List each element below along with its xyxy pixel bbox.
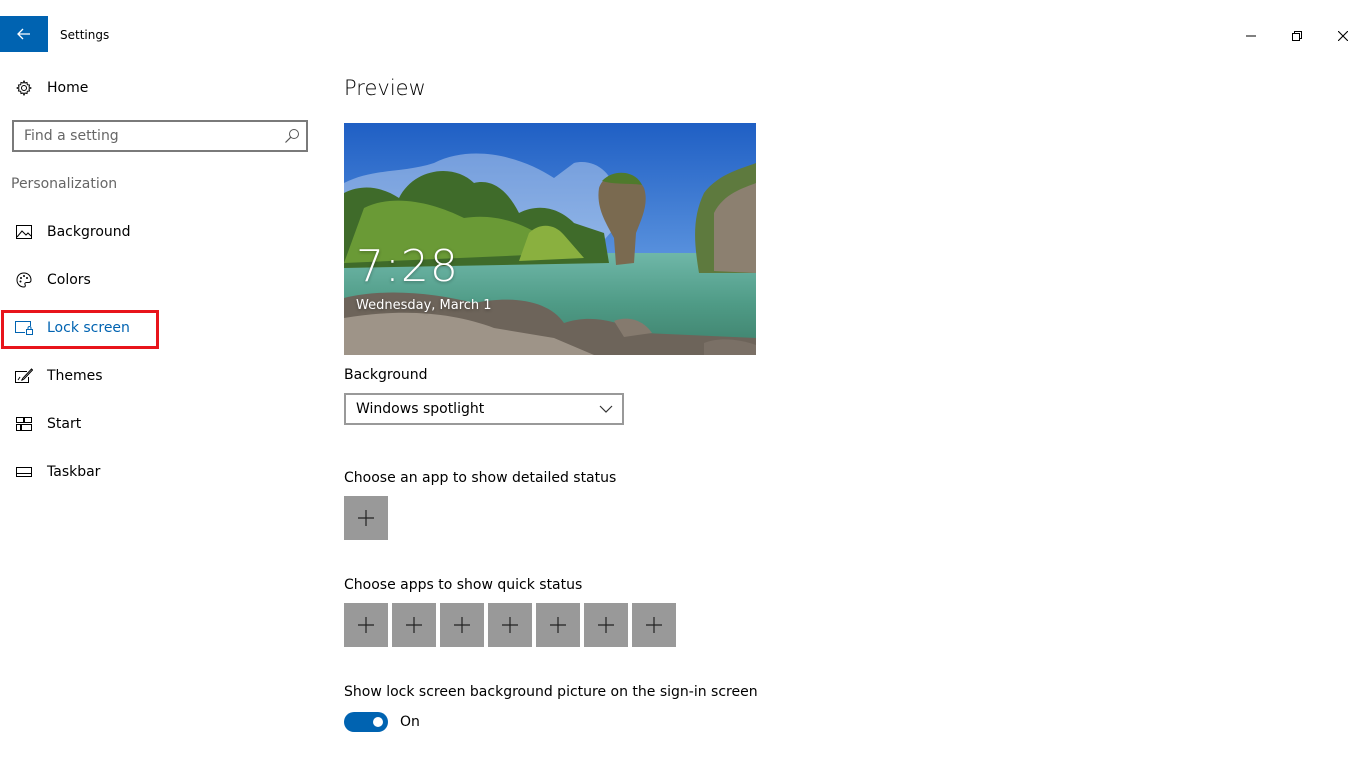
lock-screen-icon (15, 319, 33, 337)
sidebar-item-colors[interactable]: Colors (0, 260, 320, 300)
preview-time: 7:28 (356, 241, 459, 292)
sidebar-item-label: Start (47, 416, 82, 432)
plus-icon (358, 617, 374, 633)
back-arrow-icon (17, 28, 30, 40)
sidebar-item-label: Themes (47, 368, 103, 384)
sidebar-item-label: Taskbar (47, 464, 101, 480)
plus-icon (358, 510, 374, 526)
plus-icon (646, 617, 662, 633)
taskbar-icon (15, 463, 33, 481)
sidebar-item-label: Background (47, 224, 131, 240)
plus-icon (454, 617, 470, 633)
add-quick-status-app-button[interactable] (584, 603, 628, 647)
themes-icon (15, 367, 33, 385)
background-label: Background (344, 367, 428, 383)
palette-icon (15, 271, 33, 289)
background-dropdown-value: Windows spotlight (356, 401, 485, 417)
chevron-down-icon (599, 405, 613, 413)
lock-screen-preview: 7:28 Wednesday, March 1 (344, 123, 756, 355)
add-quick-status-app-button[interactable] (392, 603, 436, 647)
gear-icon (15, 79, 33, 97)
title-bar: Settings (0, 0, 1366, 72)
add-detailed-status-app-button[interactable] (344, 496, 388, 540)
section-heading: Personalization (11, 176, 118, 192)
add-quick-status-app-button[interactable] (488, 603, 532, 647)
search-box (12, 120, 308, 152)
page-title: Preview (344, 76, 426, 100)
minimize-icon (1246, 35, 1256, 37)
signin-background-label: Show lock screen background picture on t… (344, 684, 758, 700)
minimize-button[interactable] (1228, 22, 1274, 50)
sidebar-item-themes[interactable]: Themes (0, 356, 320, 396)
add-quick-status-app-button[interactable] (440, 603, 484, 647)
preview-date: Wednesday, March 1 (356, 298, 492, 313)
quick-status-label: Choose apps to show quick status (344, 577, 583, 593)
sidebar-item-background[interactable]: Background (0, 212, 320, 252)
detailed-status-label: Choose an app to show detailed status (344, 470, 617, 486)
sidebar-item-label: Lock screen (47, 320, 130, 336)
sidebar-item-home[interactable]: Home (0, 68, 320, 108)
sidebar-item-label: Home (47, 80, 89, 96)
restore-icon (1292, 31, 1302, 41)
plus-icon (502, 617, 518, 633)
close-icon (1338, 31, 1348, 41)
plus-icon (406, 617, 422, 633)
toggle-knob (373, 717, 383, 727)
landscape-image (344, 123, 756, 355)
sidebar-item-start[interactable]: Start (0, 404, 320, 444)
add-quick-status-app-button[interactable] (536, 603, 580, 647)
plus-icon (550, 617, 566, 633)
sidebar-item-label: Colors (47, 272, 91, 288)
search-input[interactable] (14, 122, 276, 150)
signin-background-toggle[interactable] (344, 712, 388, 732)
app-title: Settings (60, 28, 110, 42)
picture-icon (15, 223, 33, 241)
toggle-state-text: On (400, 714, 420, 730)
search-icon[interactable] (284, 128, 300, 144)
plus-icon (598, 617, 614, 633)
sidebar-item-lock-screen[interactable]: Lock screen (0, 308, 320, 348)
background-dropdown[interactable]: Windows spotlight (344, 393, 624, 425)
add-quick-status-app-button[interactable] (344, 603, 388, 647)
back-button[interactable] (0, 16, 48, 52)
sidebar-item-taskbar[interactable]: Taskbar (0, 452, 320, 492)
start-icon (15, 415, 33, 433)
restore-button[interactable] (1274, 22, 1320, 50)
close-button[interactable] (1320, 22, 1366, 50)
add-quick-status-app-button[interactable] (632, 603, 676, 647)
